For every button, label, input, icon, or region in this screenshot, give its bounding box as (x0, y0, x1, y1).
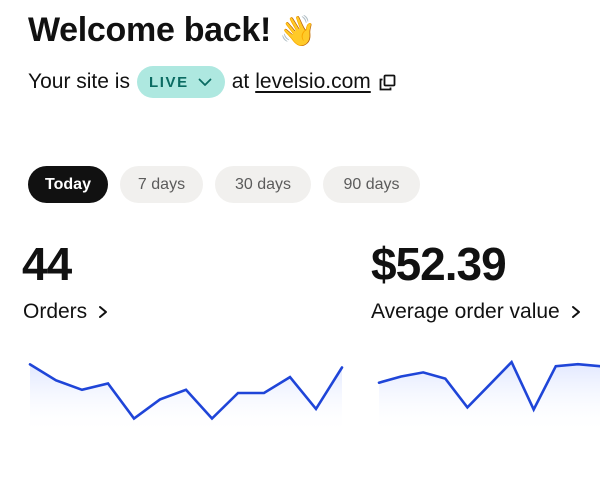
aov-value: $52.39 (371, 238, 507, 290)
chevron-right-icon (99, 306, 108, 318)
site-status-line: Your site is LIVE at levelsio.com (28, 66, 396, 98)
live-status-badge[interactable]: LIVE (136, 66, 225, 98)
external-link-icon[interactable] (379, 74, 396, 91)
orders-label: Orders (23, 300, 88, 323)
aov-label: Average order value (371, 300, 560, 323)
tab-90-days[interactable]: 90 days (323, 166, 420, 203)
orders-link[interactable]: Orders (23, 298, 109, 326)
welcome-heading: Welcome back! (28, 11, 272, 49)
site-domain-link[interactable]: levelsio.com (255, 70, 371, 94)
waving-hand-icon: 👋 (279, 14, 317, 49)
aov-sparkline (377, 359, 600, 434)
aov-sparkline-area (379, 362, 600, 434)
orders-value: 44 (22, 238, 72, 290)
site-status-prefix: Your site is (28, 70, 130, 93)
chevron-right-icon (571, 306, 580, 318)
live-status-label: LIVE (148, 73, 189, 91)
at-text: at (231, 70, 250, 93)
orders-sparkline-area (30, 364, 342, 434)
orders-sparkline (28, 363, 344, 434)
tab-today[interactable]: Today (28, 166, 108, 203)
page-title: Welcome back! 👋 (28, 8, 316, 54)
aov-link[interactable]: Average order value (371, 298, 582, 326)
tab-7-days[interactable]: 7 days (120, 166, 203, 203)
chevron-down-icon (198, 78, 212, 86)
tab-30-days[interactable]: 30 days (215, 166, 311, 203)
period-tabs: Today 7 days 30 days 90 days (28, 166, 420, 203)
